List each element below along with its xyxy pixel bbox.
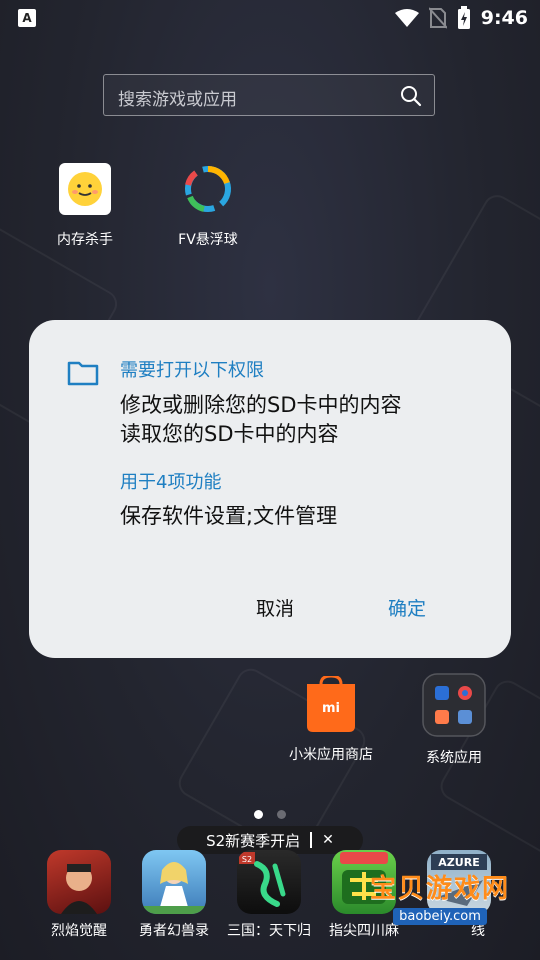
watermark: 宝贝游戏网 baobeiy.com	[360, 868, 520, 925]
battery-charging-icon	[457, 6, 470, 29]
app-mi-store[interactable]: mi 小米应用商店	[281, 674, 381, 764]
dock-app-label: 三国：天下归	[227, 923, 311, 939]
game-icon-sanguo: S2	[237, 850, 301, 914]
app-label: FV悬浮球	[178, 232, 238, 248]
app-label: 小米应用商店	[289, 747, 373, 763]
clock: 9:46	[480, 7, 528, 29]
confirm-button[interactable]: 确定	[388, 594, 426, 621]
wifi-icon	[394, 9, 419, 27]
permission-item: 修改或删除您的SD卡中的内容	[120, 393, 402, 417]
dock-app[interactable]: 烈焰觉醒	[31, 850, 127, 940]
status-bar: A 9:46	[0, 0, 540, 36]
app-label: 内存杀手	[57, 232, 113, 248]
app-memory-killer[interactable]: 内存杀手	[35, 163, 135, 249]
search-icon[interactable]	[400, 85, 422, 107]
cancel-button[interactable]: 取消	[256, 594, 294, 621]
page-indicator	[0, 810, 540, 819]
permission-heading: 需要打开以下权限	[120, 360, 264, 381]
search-input[interactable]: 搜索游戏或应用	[103, 74, 435, 116]
function-text: 保存软件设置;文件管理	[120, 504, 338, 528]
notification-app-icon: A	[18, 9, 36, 27]
system-apps-folder-icon	[422, 673, 486, 737]
app-system-apps-folder[interactable]: 系统应用	[404, 673, 504, 767]
dock-app-label: 烈焰觉醒	[51, 923, 107, 939]
permission-dialog: 需要打开以下权限 修改或删除您的SD卡中的内容 读取您的SD卡中的内容 用于4项…	[29, 320, 511, 658]
game-icon-lieyan	[47, 850, 111, 914]
page-dot-active[interactable]	[254, 810, 263, 819]
folder-icon	[67, 361, 99, 386]
promo-divider	[310, 832, 313, 848]
svg-text:mi: mi	[322, 701, 340, 716]
function-heading: 用于4项功能	[120, 472, 222, 493]
floating-ball-icon	[185, 166, 231, 212]
mi-store-icon: mi	[307, 674, 355, 732]
close-icon[interactable]: ✕	[322, 832, 334, 848]
search-placeholder: 搜索游戏或应用	[118, 90, 237, 110]
watermark-title: 宝贝游戏网	[369, 874, 510, 904]
app-label: 系统应用	[426, 750, 482, 766]
dock-app-label: 勇者幻兽录	[139, 923, 209, 939]
permission-item: 读取您的SD卡中的内容	[120, 422, 339, 446]
svg-text:S2: S2	[242, 855, 252, 864]
memory-killer-icon	[59, 163, 111, 215]
page-dot[interactable]	[277, 810, 286, 819]
no-sim-icon	[428, 7, 447, 29]
game-icon-yongzhe	[142, 850, 206, 914]
dock-app[interactable]: S2 三国：天下归	[221, 850, 317, 940]
promo-text: S2新赛季开启	[206, 831, 301, 850]
watermark-url: baobeiy.com	[393, 908, 487, 925]
dock-app[interactable]: 勇者幻兽录	[126, 850, 222, 940]
status-icons: 9:46	[394, 6, 528, 30]
app-fv-floating-ball[interactable]: FV悬浮球	[158, 163, 258, 249]
